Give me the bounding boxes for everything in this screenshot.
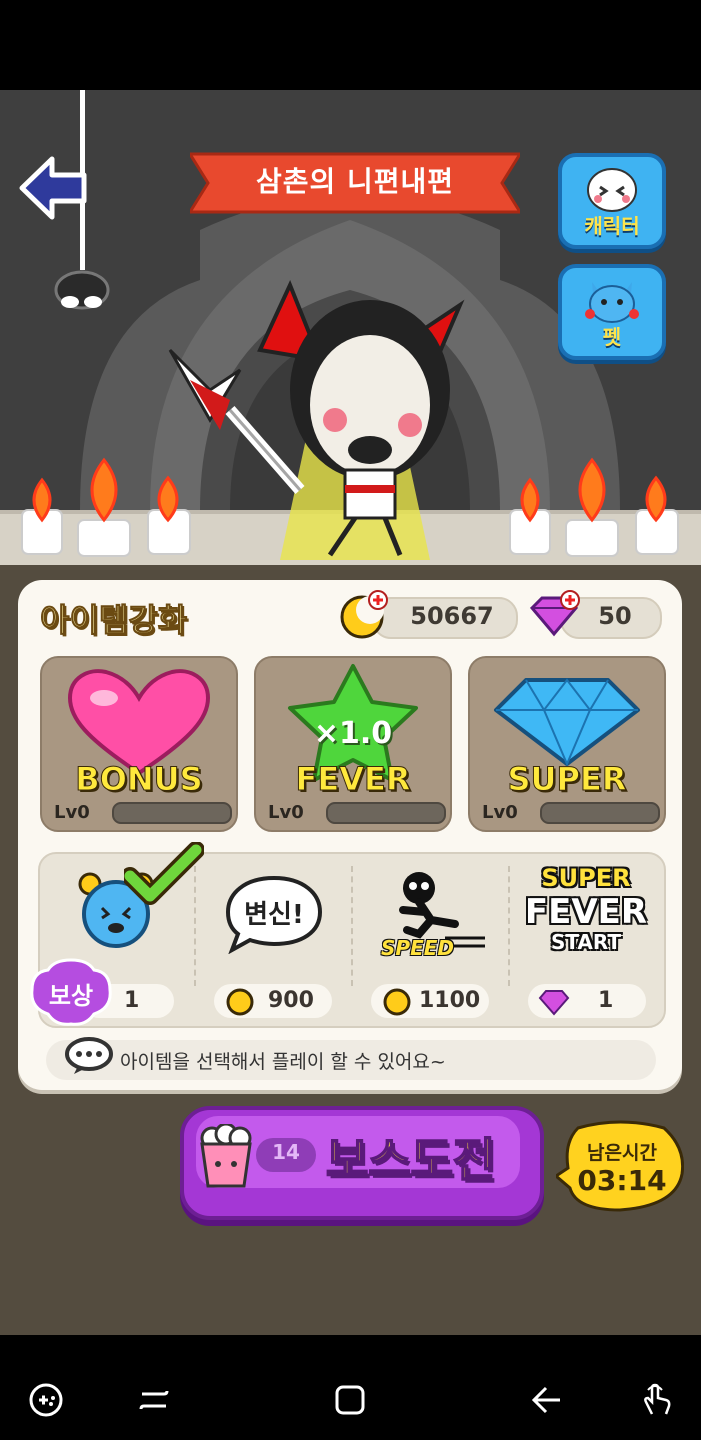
- recent-apps-icon[interactable]: [134, 1380, 174, 1420]
- super-fever-top-label: SUPER: [541, 864, 631, 892]
- pet-button-label: 펫: [602, 325, 622, 349]
- stage-title: 삼촌의 니편내편: [255, 165, 455, 198]
- super-fever-bot-label: START: [550, 930, 622, 954]
- fever-label: FEVER: [295, 760, 411, 799]
- fever-level: Lv0: [268, 802, 304, 823]
- bonus-level: Lv0: [54, 802, 90, 823]
- coin-icon: [226, 988, 254, 1016]
- fever-level-bar: [326, 802, 446, 824]
- diamond-icon: [494, 678, 640, 766]
- item-slot-speed[interactable]: SPEED 1100: [353, 856, 508, 1022]
- bonus-level-bar: [112, 802, 232, 824]
- transform-bubble-text: 변신!: [244, 900, 304, 930]
- popcorn-ticket-icon: [200, 1124, 252, 1188]
- super-label: SUPER: [507, 760, 627, 799]
- back-nav-icon[interactable]: [526, 1380, 566, 1420]
- bonus-upgrade-card[interactable]: BONUS Lv0: [40, 656, 238, 832]
- character-face-icon: [587, 168, 637, 212]
- item-slot-super-fever-start[interactable]: SUPER FEVER START 1: [510, 856, 662, 1022]
- fever-multiplier: ×1.0: [313, 716, 393, 751]
- ticket-count: 14: [272, 1140, 300, 1164]
- item-slot-transform[interactable]: 변신! 900: [196, 856, 351, 1022]
- chat-bubble-icon: [65, 1037, 113, 1074]
- super-fever-cost: 1: [598, 988, 614, 1013]
- hint-text: 아이템을 선택해서 플레이 할 수 있어요~: [120, 1051, 446, 1073]
- moon-coin-icon[interactable]: [338, 590, 390, 640]
- gem-small-icon: [538, 990, 570, 1016]
- status-bar: [0, 0, 701, 90]
- coin-icon: [383, 988, 411, 1016]
- character-button-label: 캐릭터: [584, 214, 640, 238]
- gold-amount: 50667: [410, 602, 494, 630]
- game-tools-icon[interactable]: [26, 1380, 66, 1420]
- gem-amount: 50: [598, 602, 632, 630]
- pet-face-icon: [585, 282, 639, 323]
- speed-label: SPEED: [381, 936, 454, 960]
- fever-upgrade-card[interactable]: ×1.0 FEVER Lv0: [254, 656, 452, 832]
- bonus-label: BONUS: [75, 760, 203, 799]
- check-mark-icon: [124, 842, 204, 905]
- back-button[interactable]: [18, 155, 88, 221]
- reward-badge: 보상: [28, 956, 114, 1028]
- boss-challenge-label: 보스도전: [325, 1132, 496, 1188]
- back-arrow-icon: [19, 156, 87, 220]
- super-upgrade-card[interactable]: SUPER Lv0: [468, 656, 666, 832]
- alarm-count: 1: [124, 988, 140, 1013]
- home-icon[interactable]: [330, 1380, 370, 1420]
- panel-title: 아이템강화: [39, 601, 188, 640]
- pet-button[interactable]: 펫: [558, 264, 666, 360]
- timer-value: 03:14: [577, 1164, 667, 1197]
- super-fever-mid-label: FEVER: [524, 892, 648, 932]
- reward-badge-label: 보상: [48, 982, 94, 1010]
- character-button[interactable]: 캐릭터: [558, 153, 666, 249]
- super-level: Lv0: [482, 802, 518, 823]
- timer-label: 남은시간: [587, 1142, 657, 1164]
- transform-cost: 900: [268, 988, 314, 1013]
- gem-icon[interactable]: [526, 590, 584, 640]
- super-level-bar: [540, 802, 660, 824]
- speed-cost: 1100: [419, 988, 481, 1013]
- touch-gesture-icon[interactable]: [636, 1380, 676, 1420]
